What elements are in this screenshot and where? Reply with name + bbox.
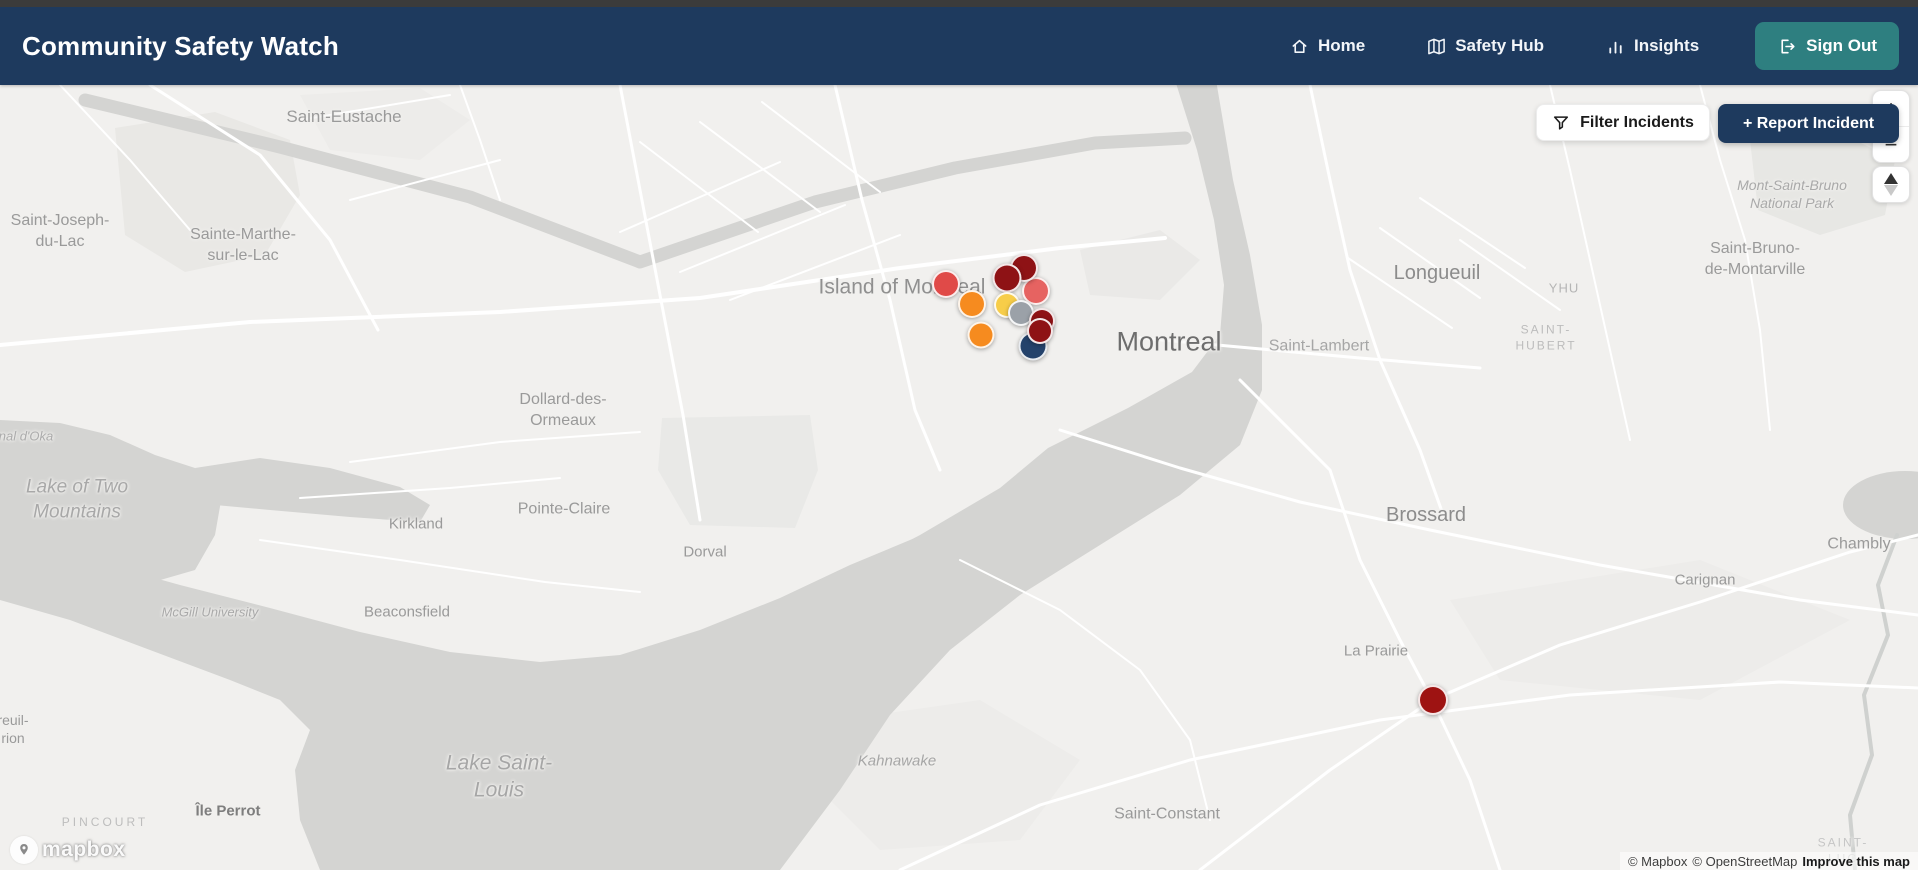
nav-insights[interactable]: Insights (1606, 36, 1699, 56)
filter-incidents-button[interactable]: Filter Incidents (1536, 104, 1710, 141)
improve-map-link[interactable]: Improve this map (1802, 854, 1910, 869)
header-nav: Home Safety Hub Insights Sign Out (1228, 22, 1899, 70)
mapbox-pin-icon (10, 836, 38, 864)
mapbox-attribution-link[interactable]: © Mapbox (1628, 854, 1687, 869)
incident-marker[interactable] (958, 290, 986, 318)
report-incident-button[interactable]: + Report Incident (1718, 104, 1899, 143)
funnel-icon (1554, 115, 1569, 130)
compass-button[interactable] (1872, 166, 1910, 203)
nav-safety-hub-label: Safety Hub (1455, 36, 1544, 55)
home-icon (1290, 37, 1309, 56)
map-attribution: © Mapbox © OpenStreetMap Improve this ma… (1619, 852, 1918, 870)
incident-marker[interactable] (992, 263, 1022, 293)
app-title: Community Safety Watch (22, 30, 339, 61)
incident-marker[interactable] (967, 321, 995, 349)
incident-marker[interactable] (932, 270, 960, 298)
mapbox-wordmark: mapbox (42, 838, 126, 861)
incident-marker[interactable] (1418, 685, 1448, 715)
map-icon (1427, 37, 1446, 56)
app-header: Community Safety Watch Home Safety Hub Ins… (0, 7, 1918, 85)
window-top-bar (0, 0, 1918, 7)
compass-needle-north-icon (1884, 173, 1898, 184)
nav-home-label: Home (1317, 36, 1366, 55)
report-incident-label: + Report Incident (1742, 114, 1875, 132)
sign-out-label: Sign Out (1806, 36, 1877, 55)
osm-attribution-link[interactable]: © OpenStreetMap (1692, 854, 1797, 869)
logout-icon (1781, 39, 1795, 53)
compass-needle-south-icon (1884, 185, 1898, 196)
bar-chart-icon (1606, 37, 1625, 56)
map-canvas[interactable]: Filter Incidents + Report Incident + − m… (0, 0, 1918, 870)
nav-home[interactable]: Home (1290, 36, 1365, 56)
nav-safety-hub[interactable]: Safety Hub (1427, 36, 1544, 56)
filter-incidents-label: Filter Incidents (1580, 113, 1694, 131)
mapbox-logo[interactable]: mapbox (10, 836, 126, 864)
nav-insights-label: Insights (1634, 36, 1700, 55)
incident-marker[interactable] (1027, 318, 1053, 344)
sign-out-button[interactable]: Sign Out (1755, 22, 1899, 70)
